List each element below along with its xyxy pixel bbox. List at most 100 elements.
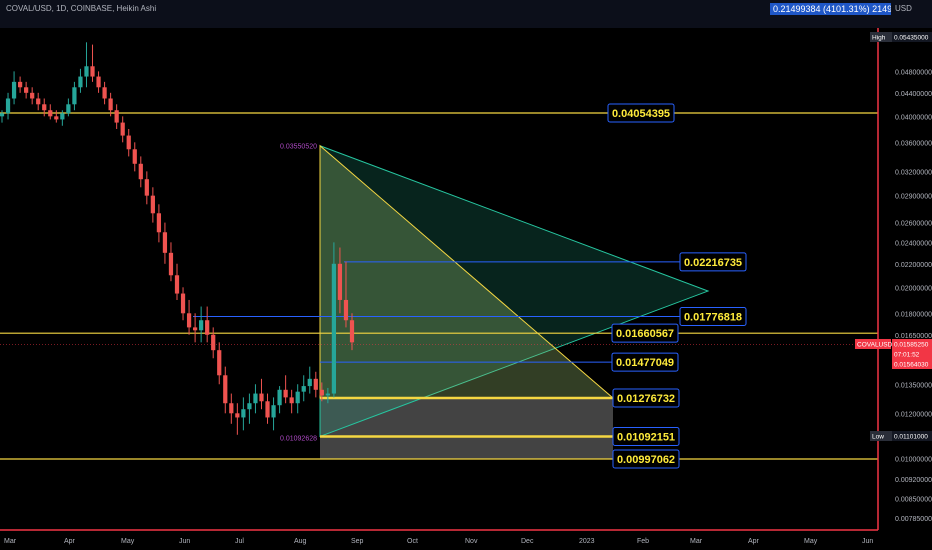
candle-body [126, 135, 131, 150]
y-tick-label: 0.01800000 [895, 311, 932, 318]
candle-body [144, 179, 149, 196]
x-tick-label: Nov [465, 538, 478, 545]
candle-body [42, 104, 47, 111]
price-chart[interactable]: 0.04054395 0.02216735 0.01776818 0.01660567… [0, 0, 932, 550]
level-label-text: 0.04054395 [612, 108, 670, 120]
candle-body [247, 403, 252, 410]
candle-body [156, 213, 162, 233]
x-tick-label: Jul [235, 538, 244, 545]
candle-body [36, 98, 41, 105]
candle-body [307, 378, 312, 387]
x-tick-label: Sep [351, 538, 364, 545]
candle-body [17, 81, 23, 88]
candle-body [349, 320, 355, 343]
candle-body [289, 397, 294, 404]
x-tick-label: Jun [179, 538, 190, 545]
candle-body [319, 389, 324, 396]
candle-body [205, 320, 210, 335]
candle-body [295, 391, 300, 404]
level-label-text: 0.01092151 [617, 432, 675, 444]
high-label: High [872, 35, 886, 42]
candle-body [66, 104, 71, 114]
secondary-price: 0.01564030 [894, 362, 929, 369]
y-tick-label: 0.01350000 [895, 382, 932, 389]
level-label-text: 0.01477049 [616, 357, 674, 369]
x-tick-label: Apr [748, 538, 760, 545]
candle-body [90, 66, 95, 77]
candle-body [102, 87, 107, 99]
candle-body [174, 275, 180, 294]
x-tick-label: Feb [637, 538, 649, 545]
y-tick-label: 0.02200000 [895, 262, 932, 269]
x-tick-label: Apr [64, 538, 76, 545]
y-tick-label: 0.03600000 [895, 140, 932, 147]
x-tick-label: Mar [4, 538, 17, 545]
candle-body [217, 350, 222, 376]
candle-body [199, 320, 204, 331]
candle-body [48, 110, 53, 117]
annotation-label: 0.01092628 [280, 435, 317, 442]
low-value: 0.01101000 [894, 434, 928, 441]
candle-body [60, 113, 65, 120]
x-tick-label: 2023 [579, 538, 595, 545]
y-tick-label: 0.01650000 [895, 333, 932, 340]
candle-body [0, 113, 5, 117]
low-label: Low [872, 434, 884, 441]
level-label: 0.01776818 [679, 306, 747, 326]
candle-body [241, 409, 246, 418]
level-label: 0.01092151 [612, 427, 680, 447]
candle-body [211, 334, 216, 351]
x-tick-label: May [121, 538, 135, 545]
candle-body [96, 76, 101, 88]
y-tick-label: 0.03200000 [895, 169, 932, 176]
candle-body [277, 389, 282, 406]
candle-body [120, 122, 125, 136]
x-tick-label: Jun [862, 538, 873, 545]
candle-body [325, 393, 330, 396]
y-tick-label: 0.04000000 [895, 114, 932, 121]
candle-body [138, 163, 143, 180]
y-tick-label: 0.02400000 [895, 240, 932, 247]
candle-body [259, 393, 264, 402]
candle-body [283, 389, 288, 398]
candle-body [78, 76, 83, 88]
x-tick-label: May [804, 538, 818, 545]
level-label-text: 0.01660567 [616, 328, 674, 340]
x-tick-label: Dec [521, 538, 534, 545]
time-axis-ticks: Mar Apr May Jun Jul Aug Sep Oct Nov Dec 2023 Feb Mar… [4, 538, 873, 545]
current-price: 0.01585250 [894, 342, 929, 349]
candle-body [5, 98, 11, 114]
candle-body [162, 232, 168, 253]
candle-body [192, 327, 198, 331]
level-label-text: 0.01776818 [684, 311, 742, 323]
candle-body [72, 87, 77, 105]
y-tick-label: 0.04400000 [895, 91, 932, 98]
candle-body [54, 116, 59, 120]
candle-body [301, 386, 306, 392]
candle-body [30, 92, 35, 99]
level-label: 0.01660567 [611, 323, 679, 343]
high-value: 0.05435000 [894, 35, 929, 42]
y-tick-label: 0.00785000 [895, 516, 932, 523]
level-label: 0.01276732 [612, 388, 680, 408]
level-label: 0.02216735 [679, 252, 747, 272]
y-tick-label: 0.01200000 [895, 411, 932, 418]
y-tick-label: 0.02600000 [895, 221, 932, 228]
candle [331, 242, 337, 398]
x-tick-label: Aug [294, 538, 307, 545]
candle-body [186, 313, 192, 328]
candle-body [150, 195, 155, 214]
y-tick-label: 0.01000000 [895, 456, 932, 463]
candle-body [253, 393, 258, 404]
candle-body [114, 110, 119, 123]
level-label: 0.00997062 [612, 449, 680, 469]
x-tick-label: Mar [690, 538, 703, 545]
y-tick-label: 0.04800000 [895, 69, 932, 76]
candle-body [235, 413, 240, 418]
candle-body [331, 263, 337, 394]
level-label-text: 0.01276732 [617, 393, 675, 405]
candle-body [223, 375, 228, 404]
candle-body [108, 98, 113, 111]
candle-body [84, 66, 89, 77]
candle-body [11, 81, 17, 99]
